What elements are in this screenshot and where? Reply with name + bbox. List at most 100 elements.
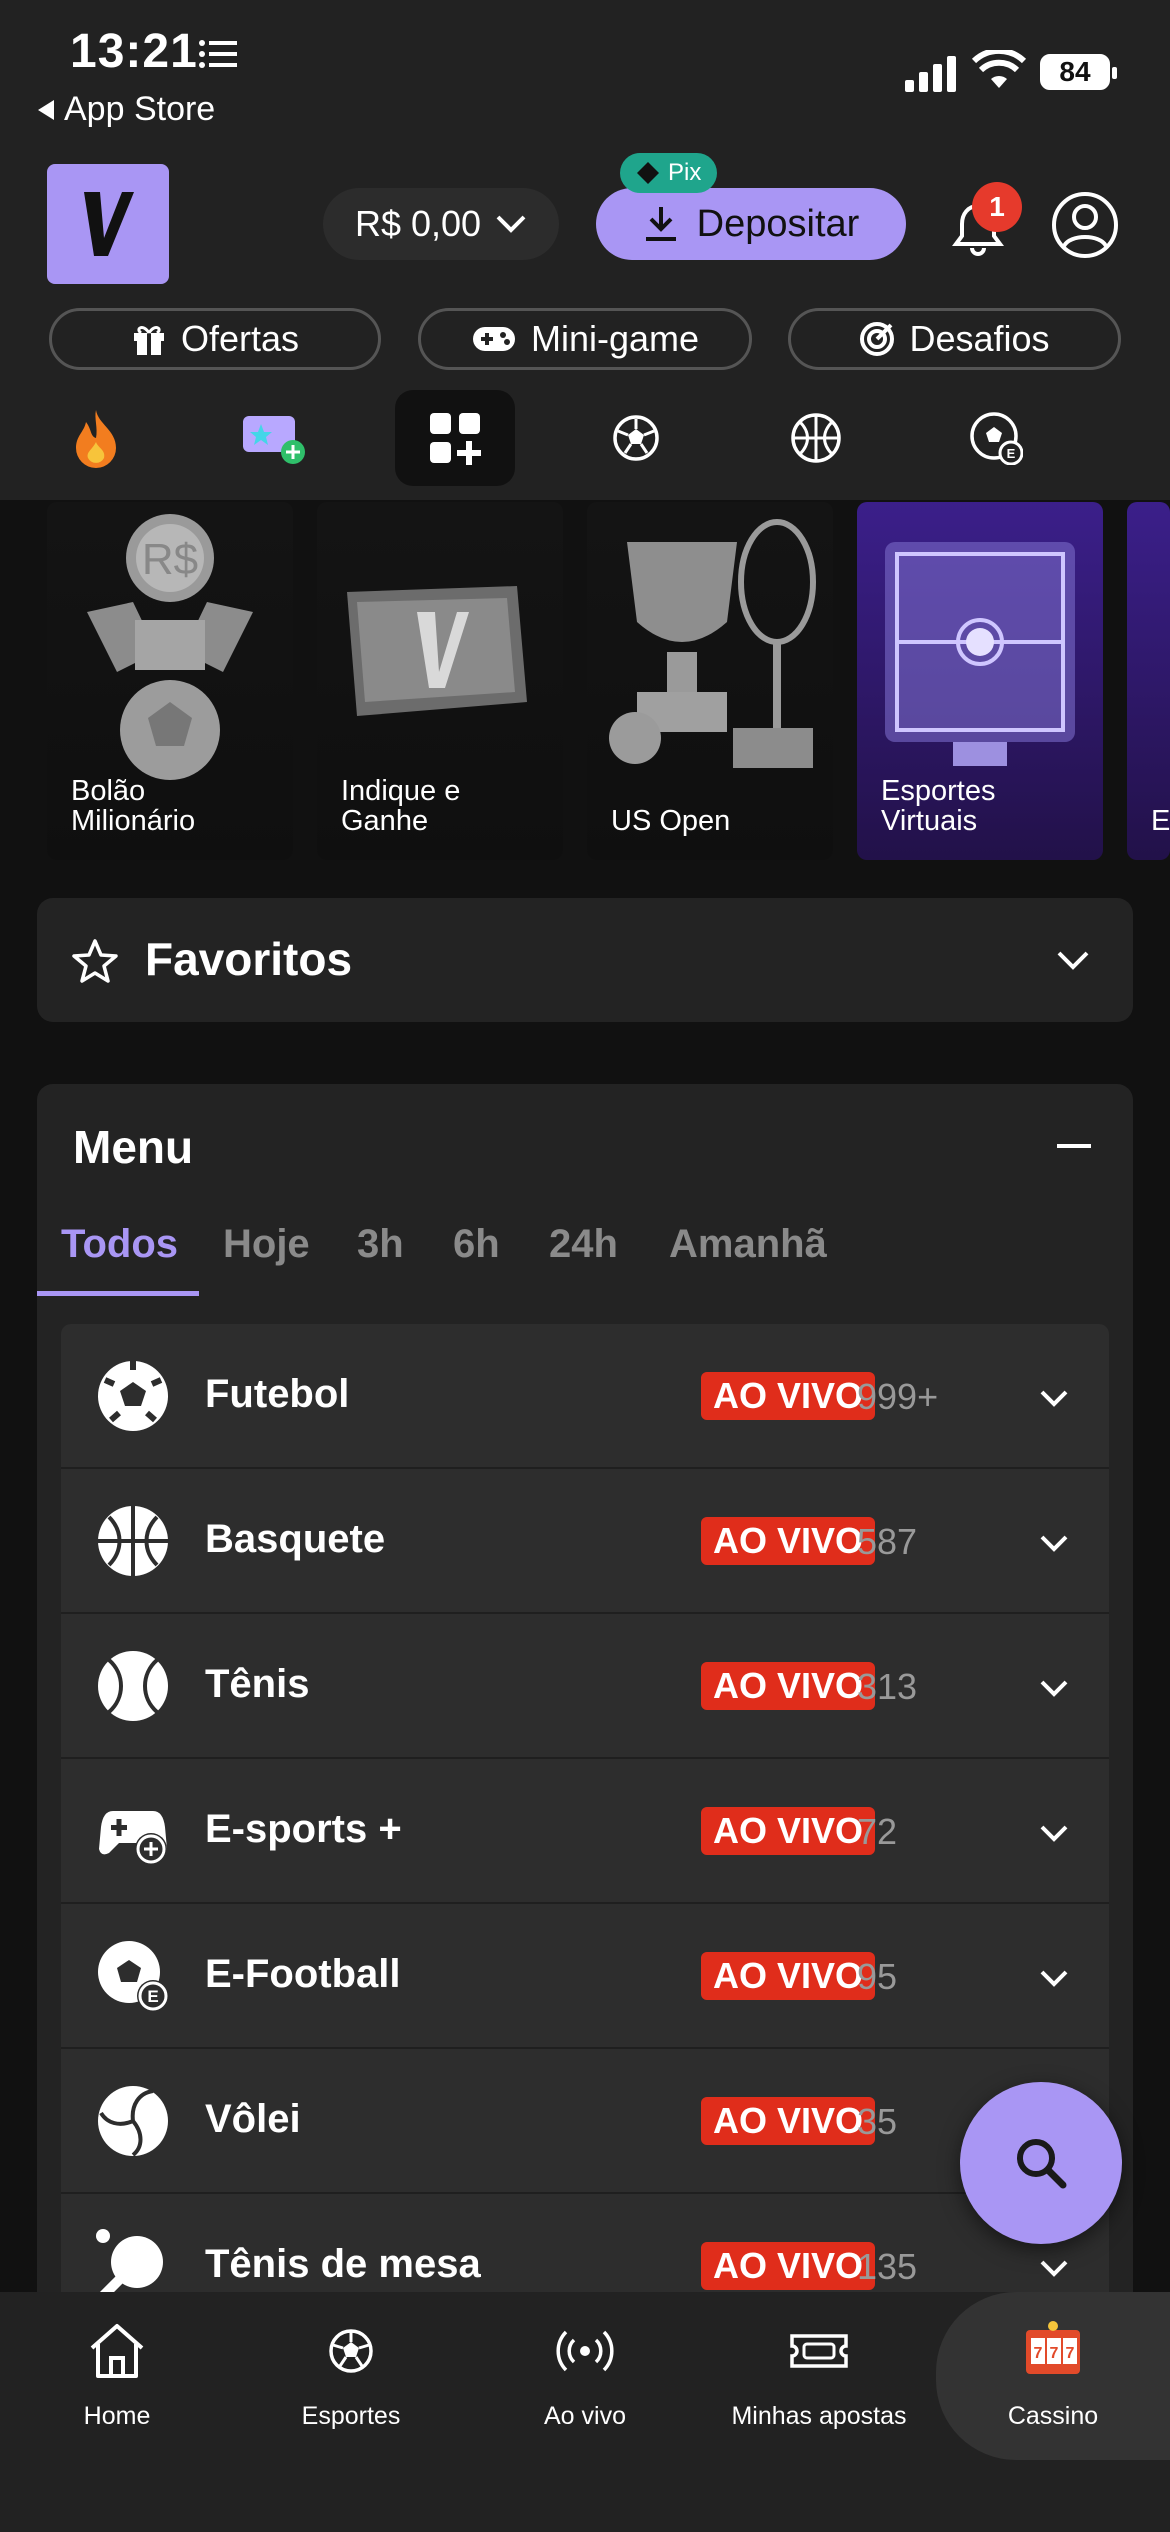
collapse-minus-icon[interactable] xyxy=(1057,1144,1091,1148)
sport-row-volei[interactable]: Vôlei AO VIVO 35 xyxy=(61,2049,1109,2194)
challenges-pill[interactable]: Desafios xyxy=(788,308,1121,370)
mini-game-label: Mini-game xyxy=(530,318,700,359)
offers-pill[interactable]: Ofertas xyxy=(49,308,381,370)
live-badge: AO VIVO xyxy=(701,1807,876,1855)
svg-text:R$: R$ xyxy=(142,535,198,584)
category-basketball[interactable] xyxy=(756,390,876,486)
menu-section: Menu Todos Hoje 3h 6h 24h Amanhã Futebol… xyxy=(37,1084,1133,2339)
nav-label: Cassino xyxy=(1007,2402,1099,2430)
tennis-ball-icon xyxy=(98,1651,168,1721)
tab-6h[interactable]: 6h xyxy=(453,1222,500,1267)
wifi-icon xyxy=(972,50,1026,88)
promo-label-line1: E xyxy=(1151,805,1170,837)
soccer-ball-icon xyxy=(98,1361,168,1431)
ticket-star-icon xyxy=(243,416,305,464)
nav-label: Esportes xyxy=(301,2402,401,2430)
promo-label-line2: Ganhe xyxy=(341,805,429,837)
nav-label: Ao vivo xyxy=(544,2402,626,2430)
nav-esportes[interactable]: Esportes xyxy=(234,2318,468,2431)
promo-card-virtuais[interactable]: Esportes Virtuais xyxy=(857,502,1103,860)
fire-icon xyxy=(76,410,116,468)
promo-card-partial[interactable]: E xyxy=(1127,502,1170,860)
svg-text:7: 7 xyxy=(1034,2345,1043,2362)
cellular-signal-icon xyxy=(905,54,956,92)
volleyball-icon xyxy=(98,2086,168,2157)
deposit-button[interactable]: Depositar xyxy=(596,188,906,260)
back-to-app-store[interactable]: App Store xyxy=(38,90,215,129)
profile-icon[interactable] xyxy=(1050,190,1120,260)
promo-card-us-open[interactable]: US Open xyxy=(587,502,833,860)
sport-row-efootball[interactable]: E E-Football AO VIVO 95 xyxy=(61,1904,1109,2049)
nav-label: Home xyxy=(83,2402,151,2430)
search-button[interactable] xyxy=(960,2082,1122,2244)
pix-label: Pix xyxy=(668,159,702,186)
nav-home[interactable]: Home xyxy=(0,2318,234,2431)
bottom-navigation: Home Esportes Ao vivo Minhas apostas 7 7… xyxy=(0,2292,1170,2532)
menu-title: Menu xyxy=(73,1121,194,1173)
sport-name: Futebol xyxy=(205,1372,350,1416)
pix-badge: Pix xyxy=(620,153,718,193)
live-badge: AO VIVO xyxy=(701,1952,876,2000)
deposit-label: Depositar xyxy=(696,202,860,245)
event-count: 587 xyxy=(857,1521,918,1562)
svg-text:7: 7 xyxy=(1050,2345,1059,2362)
category-soccer[interactable] xyxy=(576,390,696,486)
promo-label-line2: Virtuais xyxy=(881,805,978,837)
svg-text:E: E xyxy=(147,1987,158,2006)
balance-value: R$ 0,00 xyxy=(354,203,482,244)
logo-v-icon xyxy=(84,192,134,256)
challenges-label: Desafios xyxy=(909,318,1050,359)
promo-label-line1: Bolão xyxy=(71,775,146,807)
battery-indicator: 84 xyxy=(1040,54,1117,90)
sport-name: E-Football xyxy=(205,1952,401,1996)
offers-label: Ofertas xyxy=(180,318,300,359)
nav-cassino[interactable]: 7 7 7 Cassino xyxy=(936,2292,1170,2460)
favorites-title: Favoritos xyxy=(145,933,353,985)
promo-card-indique[interactable]: Indique e Ganhe xyxy=(317,502,563,860)
sport-row-basquete[interactable]: Basquete AO VIVO 587 xyxy=(61,1469,1109,1614)
event-count: 35 xyxy=(857,2101,898,2142)
brand-logo[interactable] xyxy=(47,164,169,284)
pix-icon xyxy=(637,162,659,184)
chevron-down-icon xyxy=(1040,1535,1068,1552)
chevron-down-icon xyxy=(1040,1680,1068,1697)
tab-24h[interactable]: 24h xyxy=(549,1222,618,1267)
back-arrow-icon xyxy=(38,99,54,120)
category-hot[interactable] xyxy=(36,390,156,486)
e-football-icon: E xyxy=(98,1941,169,2012)
favorites-section[interactable]: Favoritos xyxy=(37,898,1133,1022)
balance-dropdown[interactable]: R$ 0,00 xyxy=(323,188,559,260)
svg-text:7: 7 xyxy=(1066,2345,1075,2362)
grid-plus-icon xyxy=(430,413,481,465)
home-icon xyxy=(90,2324,144,2378)
active-tab-indicator xyxy=(37,1291,199,1296)
nav-ao-vivo[interactable]: Ao vivo xyxy=(468,2318,702,2431)
promo-card-bolao[interactable]: R$ Bolão Milionário xyxy=(47,502,293,860)
mini-game-pill[interactable]: Mini-game xyxy=(418,308,752,370)
tab-todos[interactable]: Todos xyxy=(61,1222,178,1267)
sport-row-tenis[interactable]: Tênis AO VIVO 313 xyxy=(61,1614,1109,1759)
tab-amanha[interactable]: Amanhã xyxy=(669,1222,827,1267)
category-promos[interactable] xyxy=(214,390,334,486)
category-all[interactable] xyxy=(395,390,515,486)
target-icon xyxy=(860,322,895,356)
category-e-football[interactable]: E xyxy=(936,390,1056,486)
sport-name: Basquete xyxy=(205,1517,386,1561)
sport-row-futebol[interactable]: Futebol AO VIVO 999+ xyxy=(61,1324,1109,1469)
event-count: 313 xyxy=(857,1666,918,1707)
live-badge: AO VIVO xyxy=(701,1517,876,1565)
notification-badge: 1 xyxy=(972,182,1022,232)
nav-label: Minhas apostas xyxy=(731,2402,907,2430)
category-bar: E xyxy=(0,390,1170,490)
sport-name: E-sports + xyxy=(205,1807,402,1851)
tab-3h[interactable]: 3h xyxy=(357,1222,404,1267)
chevron-down-icon xyxy=(1040,1390,1068,1407)
tab-hoje[interactable]: Hoje xyxy=(223,1222,310,1267)
sport-row-esports[interactable]: E-sports + AO VIVO 72 xyxy=(61,1759,1109,1904)
promo-label-line1: Esportes xyxy=(881,775,996,807)
sport-name: Vôlei xyxy=(205,2097,301,2141)
live-badge: AO VIVO xyxy=(701,1372,876,1420)
nav-minhas-apostas[interactable]: Minhas apostas xyxy=(702,2318,936,2431)
star-icon xyxy=(72,939,118,983)
e-football-icon: E xyxy=(970,412,1023,465)
